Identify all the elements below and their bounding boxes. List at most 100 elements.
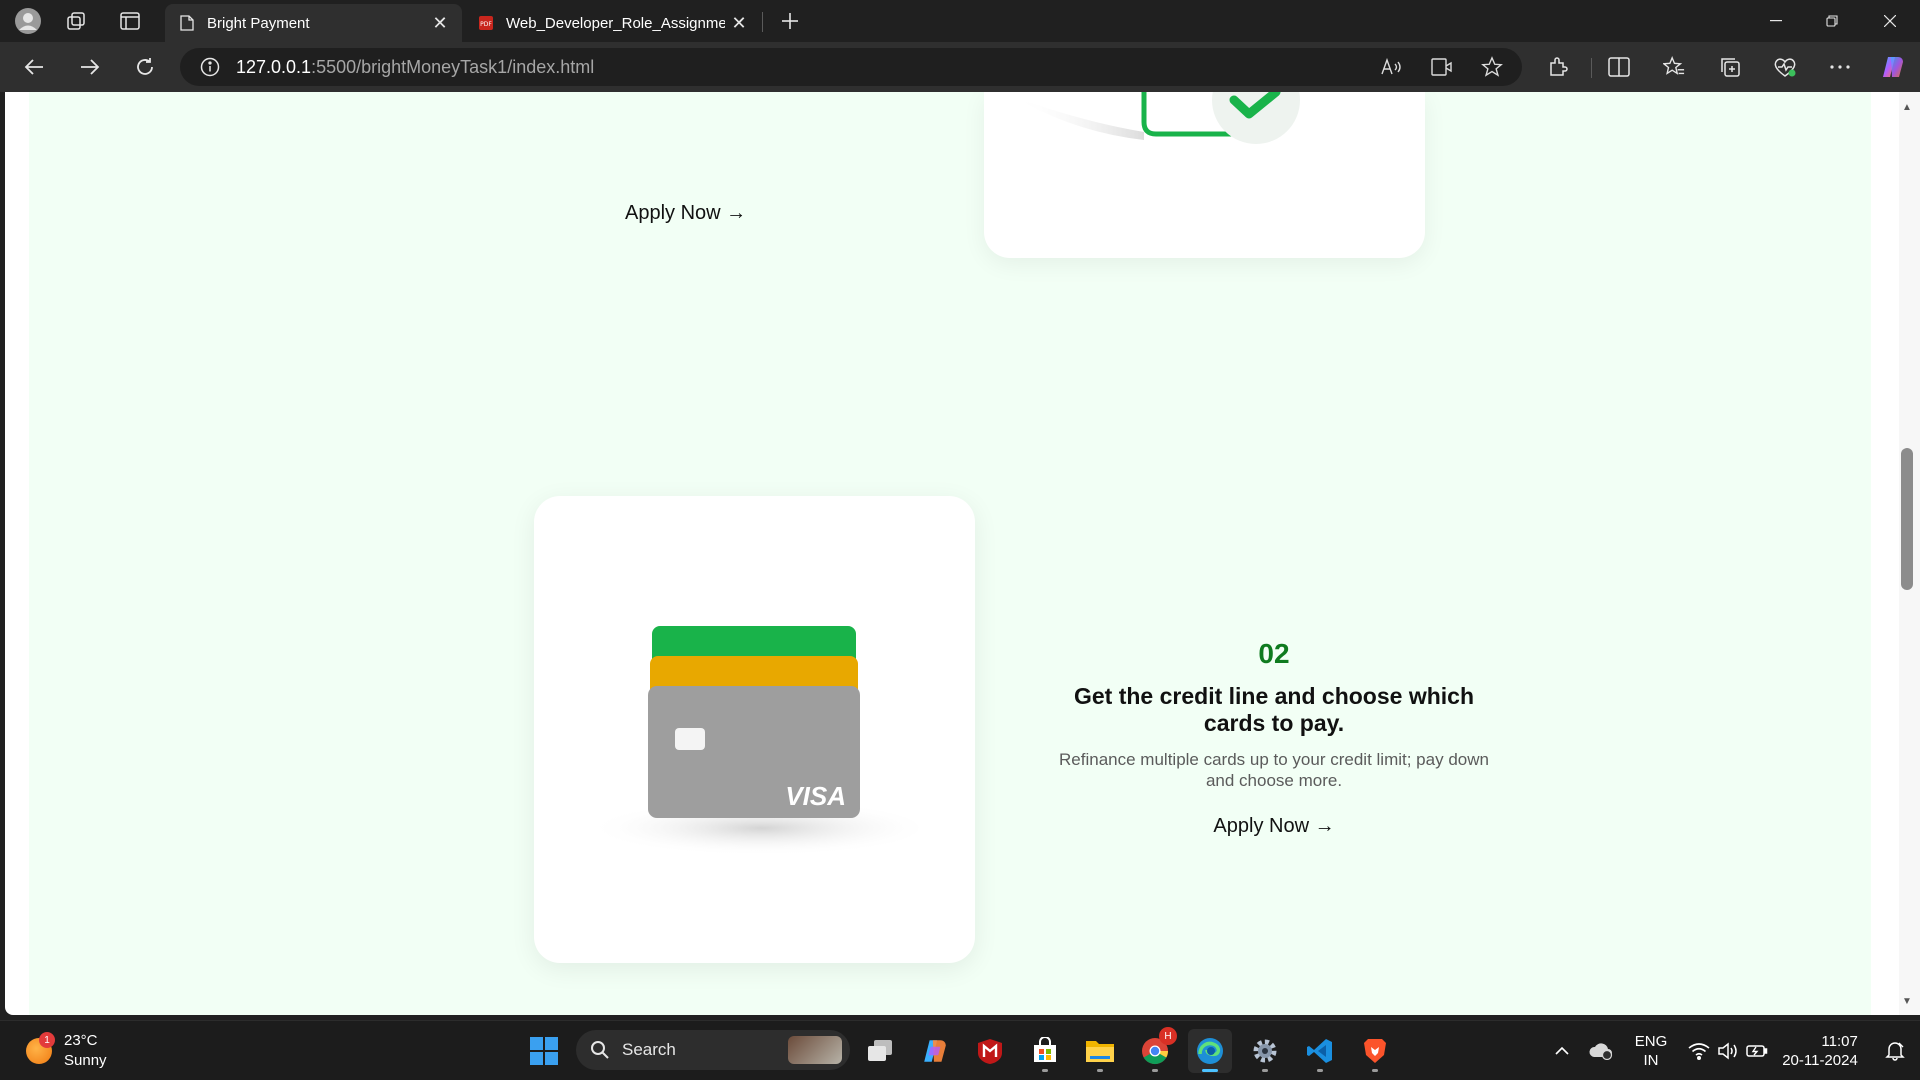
chevron-up-icon <box>1555 1046 1569 1055</box>
new-tab-icon[interactable] <box>768 0 812 42</box>
site-info-icon[interactable] <box>198 55 222 79</box>
scroll-down-icon[interactable]: ▼ <box>1900 994 1914 1008</box>
notifications-button[interactable] <box>1880 1021 1910 1080</box>
immersive-reader-icon[interactable] <box>1424 49 1460 85</box>
sun-icon: 1 <box>26 1032 55 1064</box>
favorite-star-icon[interactable] <box>1474 49 1510 85</box>
favorites-icon[interactable] <box>1654 49 1694 85</box>
settings-app[interactable] <box>1243 1029 1287 1073</box>
wifi-status[interactable] <box>1684 1021 1714 1080</box>
wifi-icon <box>1688 1043 1710 1060</box>
copilot-app[interactable] <box>913 1029 957 1073</box>
gear-icon <box>1253 1039 1277 1063</box>
language-code: ENG <box>1634 1033 1668 1050</box>
page-viewport: Apply Now → VISA 02 Get the credit line … <box>5 92 1904 1015</box>
task-view-icon <box>868 1040 892 1061</box>
step-description: Refinance multiple cards up to your cred… <box>1059 750 1489 790</box>
start-button[interactable] <box>522 1029 566 1073</box>
clock-time: 11:07 <box>1821 1033 1858 1050</box>
step-title: Get the credit line and choose which car… <box>1073 683 1475 736</box>
weather-widget[interactable]: 1 23°C Sunny <box>26 1031 107 1071</box>
cloud-sync-icon <box>1589 1043 1613 1060</box>
url-text[interactable]: 127.0.0.1:5500/brightMoneyTask1/index.ht… <box>236 57 594 78</box>
clock[interactable]: 11:07 20-11-2024 <box>1782 1021 1858 1080</box>
mcafee-shield-icon <box>978 1039 1002 1064</box>
copilot-app-icon <box>924 1040 946 1062</box>
apply-now-link[interactable]: Apply Now → <box>1039 815 1509 838</box>
taskbar-search[interactable]: Search <box>576 1030 850 1070</box>
step-number: 02 <box>1258 638 1290 669</box>
page-background: Apply Now → VISA 02 Get the credit line … <box>29 92 1871 1015</box>
extensions-icon[interactable] <box>1538 49 1578 85</box>
region-code: IN <box>1643 1052 1659 1069</box>
chrome-app[interactable]: H <box>1133 1027 1177 1073</box>
minimize-icon[interactable] <box>1748 0 1804 42</box>
mcafee-app[interactable] <box>968 1029 1012 1073</box>
browser-essentials-icon[interactable] <box>1765 49 1805 85</box>
weather-temperature: 23°C <box>64 1032 98 1049</box>
split-screen-icon[interactable] <box>1599 49 1639 85</box>
close-tab-icon[interactable]: ✕ <box>426 9 454 37</box>
weather-condition: Sunny <box>64 1052 107 1069</box>
scrollbar-thumb[interactable] <box>1901 448 1913 590</box>
task-view-button[interactable] <box>858 1029 902 1073</box>
illustration-card-top <box>984 92 1425 258</box>
tab-web-developer-role-assignment[interactable]: PDF Web_Developer_Role_Assignment ✕ <box>464 4 761 42</box>
apply-now-link-top[interactable]: Apply Now → <box>625 202 746 225</box>
volume-status[interactable] <box>1714 1021 1742 1080</box>
edge-app[interactable] <box>1188 1029 1232 1073</box>
windows-taskbar: 1 23°C Sunny Search H ENG IN 11:07 20-11… <box>0 1020 1920 1080</box>
collections-icon[interactable] <box>1710 49 1750 85</box>
microsoft-store-app[interactable] <box>1023 1029 1067 1073</box>
chrome-profile-badge: H <box>1159 1027 1177 1045</box>
show-hidden-icons[interactable] <box>1548 1021 1576 1080</box>
illustration-card-cards: VISA <box>534 496 975 963</box>
refresh-icon[interactable] <box>125 49 165 85</box>
url-path: :5500/brightMoneyTask1/index.html <box>311 56 595 77</box>
workspaces-icon[interactable] <box>54 0 98 42</box>
bell-icon <box>1885 1042 1905 1061</box>
running-indicator <box>1152 1069 1158 1072</box>
profile-avatar-icon[interactable] <box>6 0 50 42</box>
close-window-icon[interactable] <box>1862 0 1918 42</box>
running-indicator <box>1317 1069 1323 1072</box>
vertical-tabs-icon[interactable] <box>108 0 152 42</box>
back-arrow-icon[interactable] <box>14 49 54 85</box>
read-aloud-icon[interactable] <box>1374 49 1410 85</box>
pdf-icon: PDF <box>478 15 494 31</box>
more-options-icon[interactable] <box>1820 49 1860 85</box>
brave-app[interactable] <box>1353 1029 1397 1073</box>
notification-badge: 1 <box>39 1032 55 1048</box>
search-highlight-image <box>788 1036 842 1064</box>
visa-logo: VISA <box>785 781 846 811</box>
forward-arrow-icon[interactable] <box>70 49 110 85</box>
toolbar-divider <box>1591 58 1592 78</box>
tab-bright-payment[interactable]: Bright Payment ✕ <box>165 4 462 42</box>
vscode-icon <box>1307 1039 1332 1063</box>
address-bar[interactable]: 127.0.0.1:5500/brightMoneyTask1/index.ht… <box>180 48 1522 86</box>
browser-title-bar: Bright Payment ✕ PDF Web_Developer_Role_… <box>0 0 1920 42</box>
restore-icon[interactable] <box>1804 0 1860 42</box>
browser-toolbar: 127.0.0.1:5500/brightMoneyTask1/index.ht… <box>0 42 1920 92</box>
copilot-icon[interactable] <box>1873 49 1913 85</box>
approval-illustration <box>1014 92 1300 144</box>
search-icon <box>590 1040 610 1060</box>
running-indicator <box>1202 1069 1218 1072</box>
page-icon <box>179 15 195 31</box>
running-indicator <box>1262 1069 1268 1072</box>
vscode-app[interactable] <box>1298 1029 1342 1073</box>
onedrive-status[interactable] <box>1586 1021 1616 1080</box>
battery-status[interactable] <box>1742 1021 1772 1080</box>
running-indicator <box>1042 1069 1048 1072</box>
store-icon <box>1034 1037 1056 1062</box>
credit-cards-illustration: VISA <box>569 626 919 856</box>
running-indicator <box>1372 1069 1378 1072</box>
scroll-up-icon[interactable]: ▲ <box>1900 100 1914 114</box>
file-explorer-app[interactable] <box>1078 1029 1122 1073</box>
url-host: 127.0.0.1 <box>236 56 312 77</box>
search-label: Search <box>622 1040 676 1059</box>
close-tab-icon[interactable]: ✕ <box>725 9 753 37</box>
language-indicator[interactable]: ENG IN <box>1626 1021 1676 1080</box>
folder-icon <box>1086 1041 1114 1062</box>
clock-date: 20-11-2024 <box>1782 1052 1858 1069</box>
